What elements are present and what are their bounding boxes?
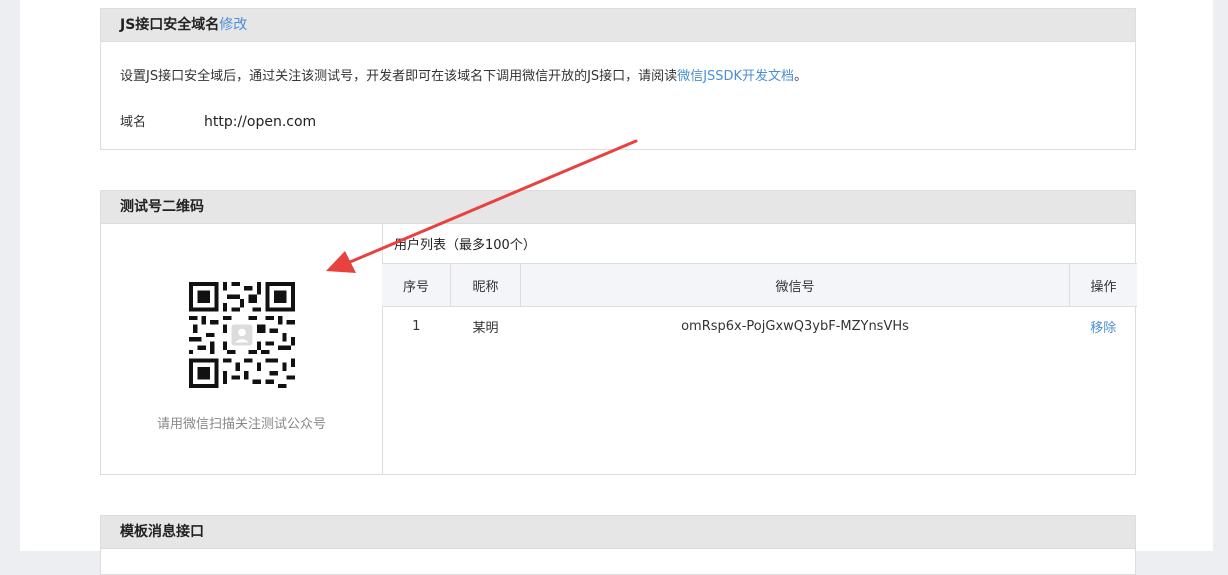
domain-row: 域名 http://open.com: [120, 111, 316, 130]
js-domain-title: JS接口安全域名: [120, 17, 220, 33]
page-content: JS接口安全域名修改 设置JS接口安全域后，通过关注该测试号，开发者即可在该域名…: [20, 0, 1213, 575]
domain-value: http://open.com: [204, 114, 317, 130]
column-header-index: 序号: [382, 263, 451, 307]
qrcode-panel-header: 测试号二维码: [101, 191, 1135, 224]
user-table-header: 序号 昵称 微信号 操作: [382, 263, 1137, 307]
qrcode-area: 请用微信扫描关注测试公众号: [101, 224, 383, 474]
qr-caption: 请用微信扫描关注测试公众号: [156, 417, 326, 432]
column-header-wechat-id: 微信号: [520, 263, 1070, 307]
row-wechat-id: omRsp6x-PojGxwQ3ybF-MZYnsVHs: [681, 318, 909, 334]
edit-domain-link[interactable]: 修改: [219, 17, 247, 33]
row-nickname: 某明: [472, 320, 499, 336]
js-domain-description: 设置JS接口安全域后，通过关注该测试号，开发者即可在该域名下调用微信开放的JS接…: [120, 65, 807, 84]
remove-user-link[interactable]: 移除: [1090, 321, 1116, 336]
template-message-panel-header: 模板消息接口: [101, 516, 1135, 549]
template-message-title: 模板消息接口: [120, 524, 204, 540]
template-message-panel: 模板消息接口: [100, 515, 1136, 575]
row-index: 1: [412, 318, 421, 334]
user-list-area: 用户列表（最多100个） 序号 昵称 微信号 操作 1 某明 omRsp6x-P…: [382, 224, 1137, 474]
qrcode-panel: 测试号二维码 请用微信扫描关注测试公众号 用户列表（最多100个） 序号 昵称 …: [100, 190, 1137, 475]
column-header-nickname: 昵称: [450, 263, 521, 307]
js-domain-desc-text: 设置JS接口安全域后，通过关注该测试号，开发者即可在该域名下调用微信开放的JS接…: [120, 69, 678, 84]
js-domain-panel: JS接口安全域名修改 设置JS接口安全域后，通过关注该测试号，开发者即可在该域名…: [100, 8, 1136, 150]
user-list-title: 用户列表（最多100个）: [394, 238, 536, 253]
column-header-action: 操作: [1069, 263, 1137, 307]
qr-code-image: [189, 282, 295, 388]
qrcode-panel-title: 测试号二维码: [120, 199, 204, 215]
js-domain-panel-header: JS接口安全域名修改: [101, 9, 1135, 42]
jssdk-doc-link[interactable]: 微信JSSDK开发文档: [677, 69, 794, 84]
domain-label: 域名: [120, 115, 147, 130]
js-domain-desc-suffix: 。: [794, 69, 808, 84]
table-row: 1 某明 omRsp6x-PojGxwQ3ybF-MZYnsVHs 移除: [382, 307, 1137, 346]
user-table: 序号 昵称 微信号 操作 1 某明 omRsp6x-PojGxwQ3ybF-MZ…: [382, 263, 1137, 345]
